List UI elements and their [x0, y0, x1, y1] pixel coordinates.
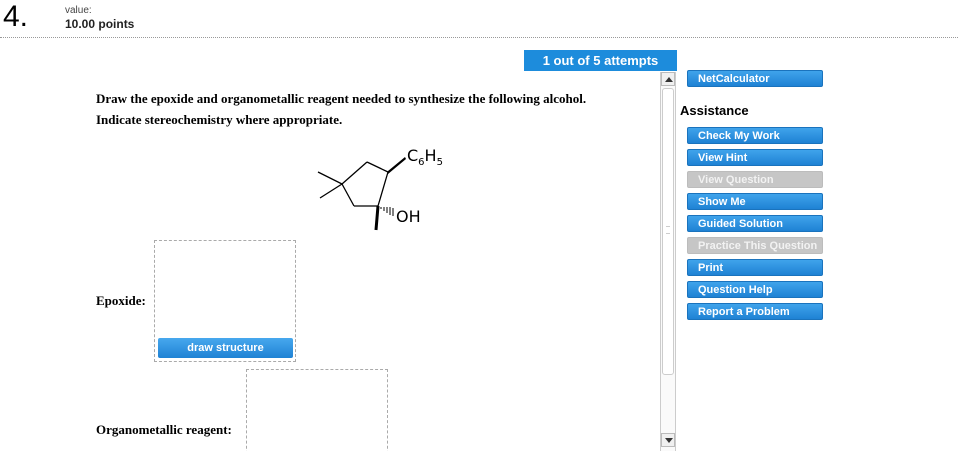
header-divider [0, 37, 958, 38]
question-line-2: Indicate stereochemistry where appropria… [96, 112, 343, 127]
grip-icon [666, 226, 670, 234]
show-me-button[interactable]: Show Me [687, 193, 823, 210]
points-value: 10.00 points [65, 17, 135, 31]
target-alcohol-structure: C6H5 OH [317, 146, 443, 231]
arrow-down-icon [665, 438, 673, 443]
organometallic-label: Organometallic reagent: [96, 422, 232, 437]
print-button[interactable]: Print [687, 259, 823, 276]
scroll-down-button[interactable] [661, 433, 675, 447]
epoxide-label: Epoxide: [96, 293, 146, 308]
assistance-title: Assistance [680, 103, 749, 118]
substituent-hydroxyl-label: OH [396, 207, 421, 226]
draw-structure-button[interactable]: draw structure [158, 338, 293, 358]
question-line-1: Draw the epoxide and organometallic reag… [96, 91, 587, 106]
arrow-up-icon [665, 77, 673, 82]
view-hint-button[interactable]: View Hint [687, 149, 823, 166]
practice-question-button: Practice This Question [687, 237, 823, 254]
organometallic-answer-box[interactable] [246, 369, 388, 451]
vertical-scrollbar[interactable] [660, 72, 676, 451]
question-help-button[interactable]: Question Help [687, 281, 823, 298]
netcalculator-button[interactable]: NetCalculator [687, 70, 823, 87]
attempts-badge: 1 out of 5 attempts [524, 50, 677, 71]
scroll-up-button[interactable] [661, 72, 675, 86]
value-label: value: [65, 5, 92, 16]
question-text: Draw the epoxide and organometallic reag… [96, 88, 656, 130]
substituent-phenyl-label: C6H5 [407, 146, 443, 168]
question-number: 4. [3, 0, 29, 33]
view-question-button: View Question [687, 171, 823, 188]
check-my-work-button[interactable]: Check My Work [687, 127, 823, 144]
report-problem-button[interactable]: Report a Problem [687, 303, 823, 320]
guided-solution-button[interactable]: Guided Solution [687, 215, 823, 232]
scroll-thumb[interactable] [662, 88, 674, 375]
